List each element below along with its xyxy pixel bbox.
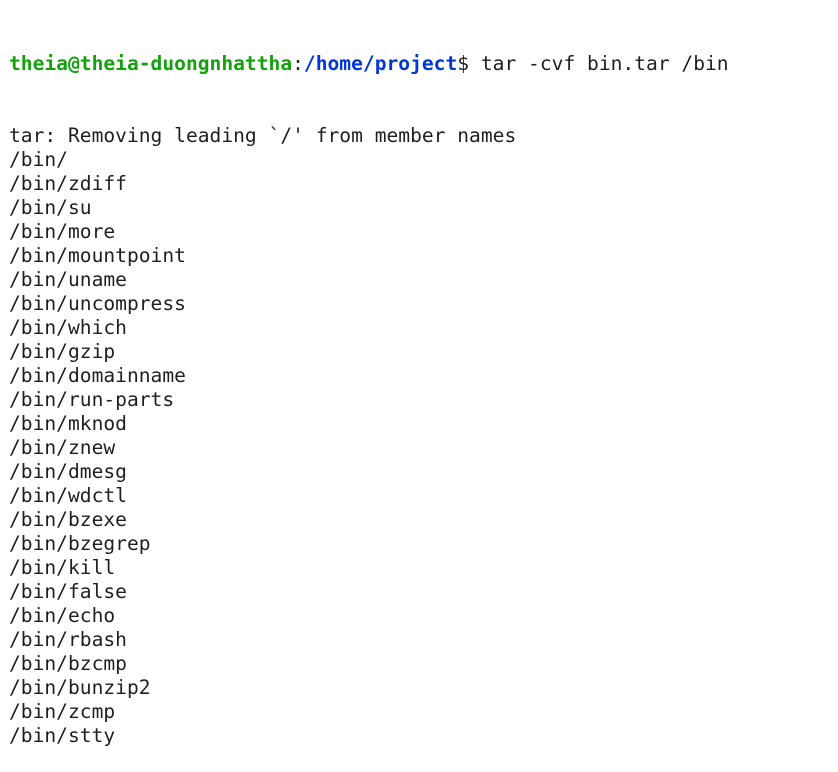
prompt-path: /home/project bbox=[303, 52, 458, 75]
output-line: /bin/gzip bbox=[9, 340, 116, 363]
output-line: /bin/zdiff bbox=[9, 172, 127, 195]
terminal-window[interactable]: theia@theia-duongnhattha:/home/project$ … bbox=[0, 0, 838, 747]
prompt-line: theia@theia-duongnhattha:/home/project$ … bbox=[9, 52, 838, 76]
output-line: /bin/bzcmp bbox=[9, 652, 127, 675]
prompt-separator: : bbox=[292, 52, 304, 75]
output-line: /bin/kill bbox=[9, 556, 116, 579]
output-line: /bin/ bbox=[9, 148, 68, 171]
command-text: tar -cvf bin.tar /bin bbox=[469, 52, 729, 75]
output-line: /bin/wdctl bbox=[9, 484, 127, 507]
output-line: /bin/uname bbox=[9, 268, 127, 291]
output-line: /bin/which bbox=[9, 316, 127, 339]
output-line: /bin/bzexe bbox=[9, 508, 127, 531]
output-line: /bin/stty bbox=[9, 724, 116, 747]
output-line: /bin/more bbox=[9, 220, 116, 243]
output-line: /bin/zcmp bbox=[9, 700, 116, 723]
output-line: /bin/dmesg bbox=[9, 460, 127, 483]
output-line: /bin/false bbox=[9, 580, 127, 603]
output-line: /bin/su bbox=[9, 196, 92, 219]
output-line: /bin/mountpoint bbox=[9, 244, 186, 267]
output-line: /bin/echo bbox=[9, 604, 116, 627]
output-line: /bin/domainname bbox=[9, 364, 186, 387]
output-line: /bin/bunzip2 bbox=[9, 676, 151, 699]
prompt-user-host: theia@theia-duongnhattha bbox=[9, 52, 293, 75]
terminal-output: tar: Removing leading `/' from member na… bbox=[9, 124, 838, 748]
output-line: /bin/uncompress bbox=[9, 292, 186, 315]
prompt-symbol: $ bbox=[457, 52, 470, 75]
output-line: /bin/rbash bbox=[9, 628, 127, 651]
output-line: /bin/mknod bbox=[9, 412, 127, 435]
output-line: /bin/bzegrep bbox=[9, 532, 151, 555]
output-line: /bin/znew bbox=[9, 436, 116, 459]
output-warning-line: tar: Removing leading `/' from member na… bbox=[9, 124, 517, 147]
output-line: /bin/run-parts bbox=[9, 388, 175, 411]
